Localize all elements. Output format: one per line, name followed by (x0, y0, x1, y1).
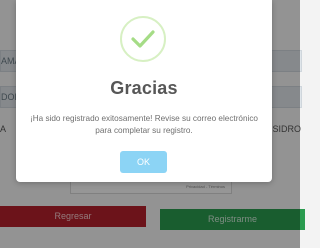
checkmark-icon (120, 16, 166, 62)
ok-button[interactable]: OK (120, 151, 167, 173)
dialog-message: ¡Ha sido registrado exitosamente! Revise… (30, 114, 258, 135)
dialog-title: Gracias (110, 78, 178, 98)
success-dialog: Gracias ¡Ha sido registrado exitosamente… (16, 0, 272, 182)
